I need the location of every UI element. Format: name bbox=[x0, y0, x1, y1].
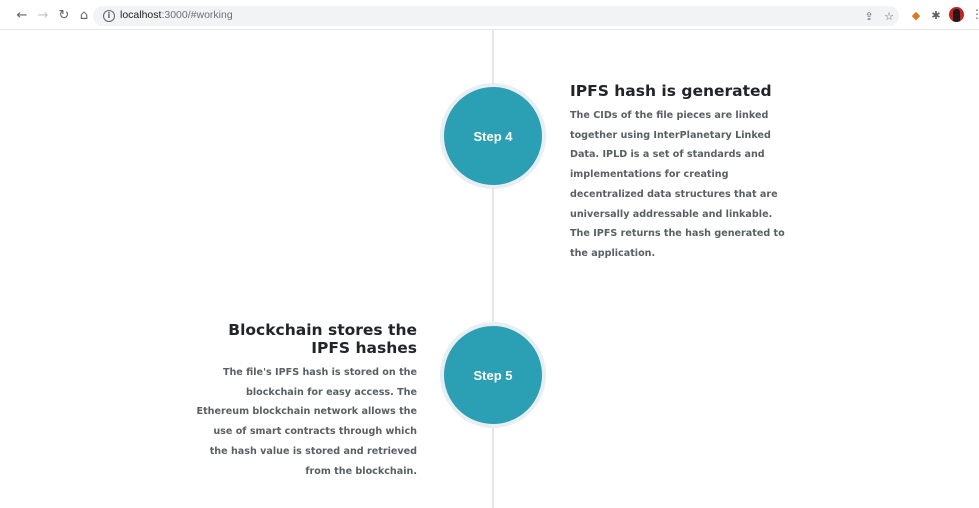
forward-arrow-icon[interactable]: → bbox=[35, 7, 51, 23]
step-5-label: Step 5 bbox=[473, 367, 513, 383]
url-text[interactable]: localhost:3000/#working bbox=[120, 9, 233, 21]
address-bar[interactable]: i localhost:3000/#working ⇪ ☆ bbox=[93, 6, 899, 26]
step-5-circle: Step 5 bbox=[440, 322, 546, 428]
step-4-card: IPFS hash is generated The CIDs of the f… bbox=[570, 82, 790, 264]
more-menu-icon[interactable]: ⋮ bbox=[971, 7, 979, 21]
site-info-icon[interactable]: i bbox=[103, 10, 115, 22]
step-5-description: The file's IPFS hash is stored on the bl… bbox=[196, 367, 417, 477]
step-5-card: Blockchain stores the IPFS hashes The fi… bbox=[196, 321, 417, 481]
back-arrow-icon[interactable]: ← bbox=[14, 7, 30, 23]
browser-toolbar: ← → ↻ ⌂ i localhost:3000/#working ⇪ ☆ ◆ … bbox=[0, 0, 979, 30]
reload-icon[interactable]: ↻ bbox=[56, 7, 72, 23]
profile-avatar[interactable] bbox=[949, 7, 964, 22]
bookmark-star-icon[interactable]: ☆ bbox=[881, 8, 897, 24]
share-icon[interactable]: ⇪ bbox=[861, 8, 877, 24]
home-icon[interactable]: ⌂ bbox=[76, 7, 92, 23]
step-5-title: Blockchain stores the IPFS hashes bbox=[228, 321, 417, 357]
url-path: :3000/#working bbox=[161, 9, 233, 21]
metamask-fox-icon[interactable]: ◆ bbox=[909, 8, 923, 22]
extensions-puzzle-icon[interactable]: ✱ bbox=[929, 8, 943, 22]
step-4-description: The CIDs of the file pieces are linked t… bbox=[570, 110, 785, 259]
url-host: localhost bbox=[120, 9, 162, 21]
step-4-circle: Step 4 bbox=[440, 83, 546, 189]
step-4-label: Step 4 bbox=[473, 128, 513, 144]
step-4-title: IPFS hash is generated bbox=[570, 82, 772, 100]
